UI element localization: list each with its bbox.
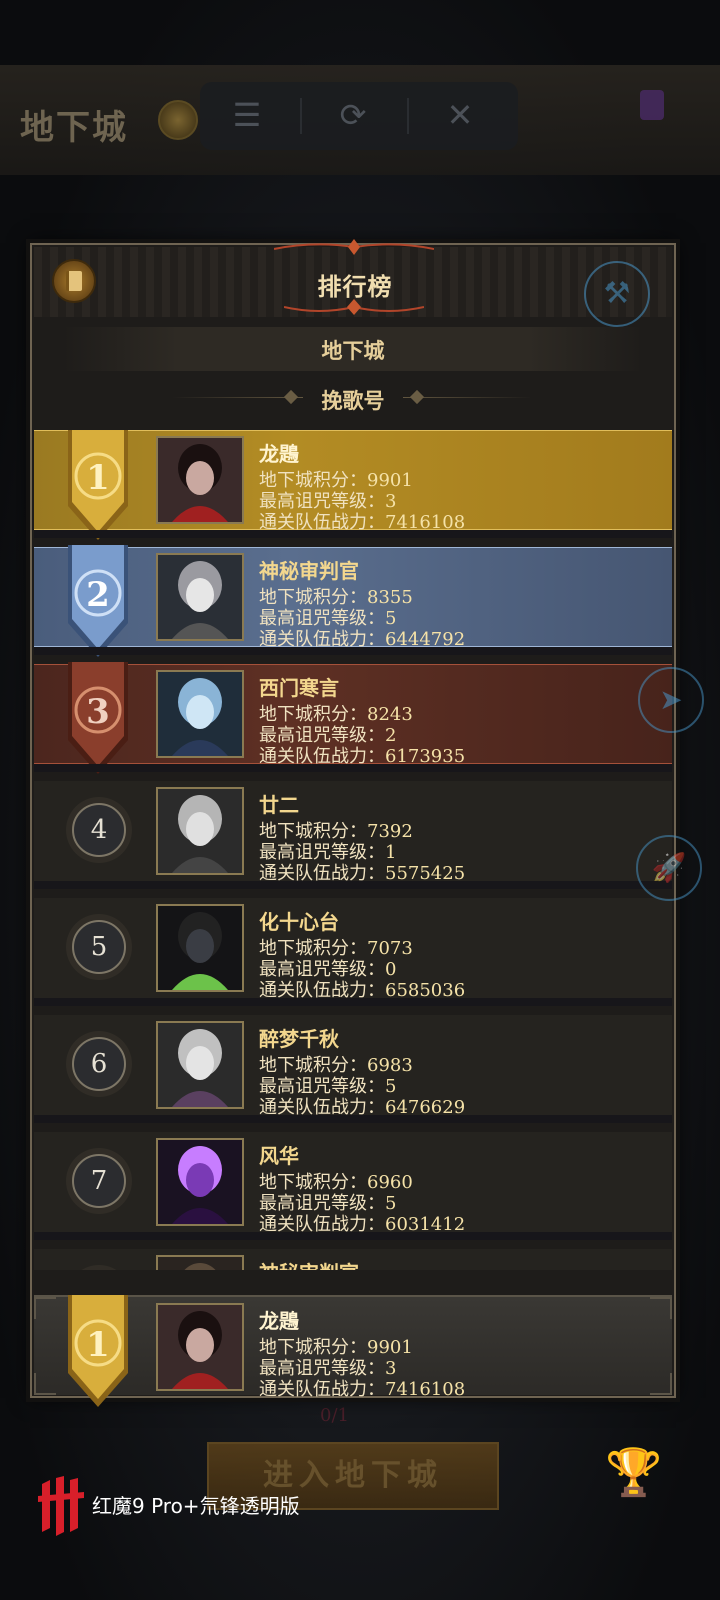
avatar[interactable] (156, 1255, 244, 1270)
rank-banner-icon: 2 (64, 545, 132, 657)
player-name: 廿二 (259, 793, 299, 817)
rank-number: 3 (86, 692, 110, 732)
row-separator (34, 998, 672, 1006)
player-name: 西门寒言 (259, 676, 339, 700)
header-ornament (274, 239, 434, 255)
avatar[interactable] (156, 1138, 244, 1226)
list-icon[interactable]: ☰ (227, 95, 267, 135)
rank-number: 4 (72, 803, 126, 857)
background-title: 地下城 (20, 108, 128, 148)
boot-icon[interactable]: ➤ (638, 667, 704, 733)
ranking-row[interactable]: 1 龙鶗 地下城积分：9901 最高诅咒等级：3 通关队伍战力：7416108 (34, 430, 672, 540)
rank-banner-icon: 3 (64, 662, 132, 774)
corner-ornament (650, 1373, 672, 1395)
trophy-icon[interactable]: 🏆 (605, 1445, 662, 1505)
player-name: 化十心台 (259, 910, 339, 934)
avatar[interactable] (156, 1303, 244, 1391)
player-name: 神秘审判官 (259, 559, 359, 583)
row-separator (34, 647, 672, 655)
attempts-count: 0/1 (320, 1405, 349, 1426)
player-name: 龙鶗 (259, 1309, 299, 1333)
panel-header: 排行榜 ⚒ (34, 239, 672, 327)
corner-ornament (650, 1297, 672, 1319)
player-name: 醉梦千秋 (259, 1027, 339, 1051)
team-power-label: 通关队伍战力： (259, 1379, 385, 1400)
ranking-row[interactable]: 2 神秘审判官 地下城积分：8355 最高诅咒等级：5 通关队伍战力：6444792 (34, 545, 672, 657)
row-separator (34, 1115, 672, 1123)
tab-dungeon[interactable]: 地下城 (62, 327, 644, 371)
ranking-row[interactable]: 4 廿二 地下城积分：7392 最高诅咒等级：1 通关队伍战力：5575425 (34, 781, 672, 889)
rank-number: 7 (72, 1154, 126, 1208)
coin-icon (158, 100, 198, 140)
ranking-row[interactable]: 7 风华 地下城积分：6960 最高诅咒等级：5 通关队伍战力：6031412 (34, 1132, 672, 1240)
server-name: 挽歌号 (303, 385, 403, 415)
ranking-row[interactable]: 6 醉梦千秋 地下城积分：6983 最高诅咒等级：5 通关队伍战力：6476629 (34, 1015, 672, 1123)
rank-number: 2 (86, 575, 110, 615)
device-logo-icon (38, 1476, 84, 1536)
avatar[interactable] (156, 1021, 244, 1109)
title-ornament (284, 299, 424, 315)
corner-ornament (34, 1373, 56, 1395)
rank-banner-icon: 1 (64, 1295, 132, 1407)
ranking-row[interactable]: 5 化十心台 地下城积分：7073 最高诅咒等级：0 通关队伍战力：6585036 (34, 898, 672, 1006)
corner-ornament (34, 1297, 56, 1319)
leaderboard-panel: 排行榜 ⚒ 地下城 挽歌号 1 龙鶗 地下城积分：9901 最高诅咒等级：3 通关队伍战… (30, 239, 676, 1407)
divider-dot (409, 389, 425, 405)
avatar[interactable] (156, 787, 244, 875)
rank-number: 5 (72, 920, 126, 974)
tab-label: 地下城 (321, 338, 385, 363)
refresh-icon[interactable]: ⟳ (333, 95, 373, 135)
player-name: 风华 (259, 1144, 299, 1168)
rank-number: 1 (86, 458, 110, 498)
player-name: 神秘审判官 (259, 1257, 359, 1270)
divider (407, 98, 409, 134)
ranking-row[interactable]: 3 西门寒言 地下城积分：8243 最高诅咒等级：2 通关队伍战力：6173935 (34, 662, 672, 774)
row-separator (34, 881, 672, 889)
pickaxe-icon[interactable]: ⚒ (584, 261, 650, 327)
row-separator (34, 764, 672, 772)
crystal-icon (640, 90, 664, 120)
team-power-value: 7416108 (385, 1379, 466, 1400)
avatar[interactable] (156, 904, 244, 992)
device-watermark: 红魔9 Pro+氘锋透明版 (92, 1494, 300, 1518)
rank-number: 6 (72, 1037, 126, 1091)
ranking-list[interactable]: 1 龙鶗 地下城积分：9901 最高诅咒等级：3 通关队伍战力：7416108 2 神秘审判… (34, 430, 672, 1270)
avatar[interactable] (156, 436, 244, 524)
player-name: 龙鶗 (259, 442, 299, 466)
divider-dot (283, 389, 299, 405)
avatar[interactable] (156, 670, 244, 758)
divider (300, 98, 302, 134)
rocket-icon[interactable]: 🚀 (636, 835, 702, 901)
close-icon[interactable]: ✕ (440, 95, 480, 135)
team-power: 通关队伍战力：7416108 (259, 1375, 465, 1401)
own-ranking-row[interactable]: 1 龙鶗 地下城积分：9901 最高诅咒等级：3 通关队伍战力：7416108 (34, 1295, 672, 1407)
rank-number: 1 (86, 1325, 110, 1365)
avatar[interactable] (156, 553, 244, 641)
row-separator (34, 530, 672, 538)
rank-banner-icon: 1 (64, 430, 132, 540)
ranking-row[interactable]: 8神秘审判官 (34, 1249, 672, 1270)
row-separator (34, 1232, 672, 1240)
